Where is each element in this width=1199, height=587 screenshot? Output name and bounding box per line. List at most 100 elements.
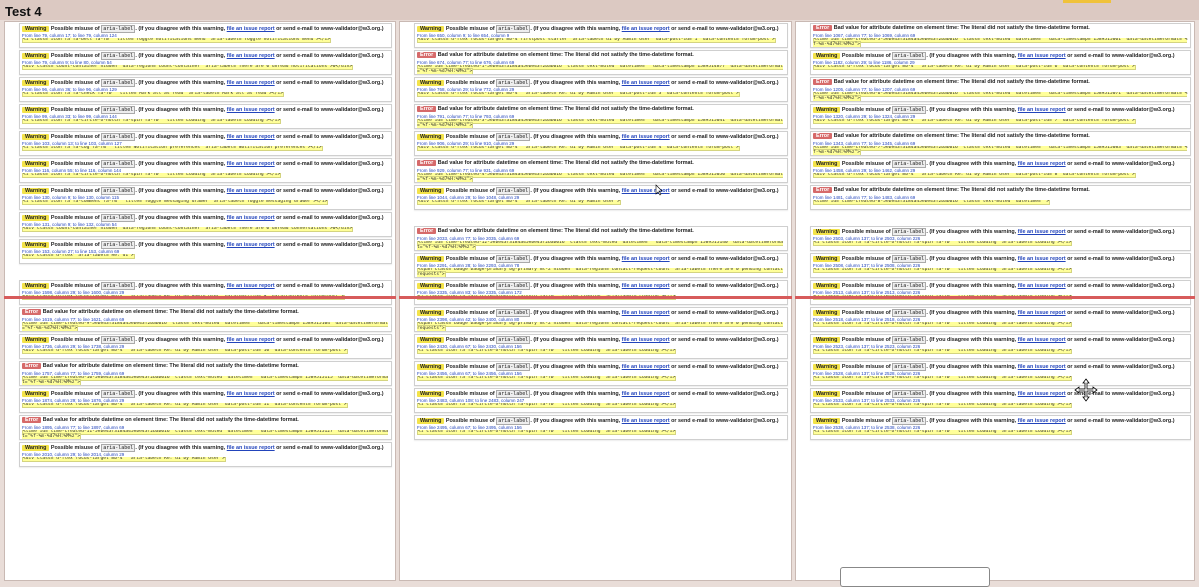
- warning-badge: Warning: [417, 80, 445, 86]
- file-issue-link[interactable]: file an issue report: [622, 310, 670, 316]
- message-tail: . (If you disagree with this warning,: [530, 310, 621, 316]
- attribute-code: aria-label: [496, 187, 531, 195]
- message-item: 35.Warning Possible misuse of aria-label…: [414, 334, 788, 359]
- message-item: 20.Warning Possible misuse of aria-label…: [810, 104, 1191, 129]
- highlighted-code: <div class="d-flex focus-target mb-4 " a…: [417, 200, 621, 205]
- file-issue-link[interactable]: file an issue report: [1018, 391, 1066, 397]
- message-item: 17.Error Bad value for attribute datetim…: [810, 23, 1191, 48]
- input-box[interactable]: [840, 567, 990, 587]
- file-issue-link[interactable]: file an issue report: [1018, 283, 1066, 289]
- warning-badge: Warning: [813, 310, 841, 316]
- message-tail: . (If you disagree with this warning,: [135, 107, 226, 113]
- attribute-code: aria-label: [101, 187, 136, 195]
- results-column-2[interactable]: 10.Warning Possible misuse of aria-label…: [399, 21, 792, 581]
- message-text: Bad value: [437, 160, 464, 166]
- file-issue-link[interactable]: file an issue report: [227, 242, 275, 248]
- message-item: 2.Warning Possible misuse of aria-label.…: [19, 50, 392, 75]
- message-tail-2: or send e-mail to www-validator@w3.org.): [671, 337, 779, 343]
- file-issue-link[interactable]: file an issue report: [622, 80, 670, 86]
- message-tail-2: or send e-mail to www-validator@w3.org.): [276, 161, 384, 167]
- file-issue-link[interactable]: file an issue report: [622, 283, 670, 289]
- highlighted-code: <i class="icon fa fa-circle-o-notch fa-s…: [813, 376, 1073, 381]
- results-column-1[interactable]: 1.Warning Possible misuse of aria-label.…: [4, 21, 396, 581]
- message-tail: for attribute datetime on element time: …: [860, 79, 1090, 85]
- file-issue-link[interactable]: file an issue report: [1018, 256, 1066, 262]
- message-tail: . (If you disagree with this warning,: [926, 229, 1017, 235]
- file-issue-link[interactable]: file an issue report: [1018, 107, 1066, 113]
- pointer-cursor-icon: [655, 184, 663, 196]
- file-issue-link[interactable]: file an issue report: [622, 337, 670, 343]
- message-text: Bad value: [437, 52, 464, 58]
- file-issue-link[interactable]: file an issue report: [1018, 364, 1066, 370]
- highlighted-code: <i class="icon fa fa-circle-o-notch fa-s…: [417, 430, 677, 435]
- message-text: Possible misuse of: [50, 391, 100, 397]
- split-divider[interactable]: [795, 296, 1195, 299]
- file-issue-link[interactable]: file an issue report: [622, 418, 670, 424]
- file-issue-link[interactable]: file an issue report: [622, 256, 670, 262]
- message-tail: . (If you disagree with this warning,: [135, 188, 226, 194]
- message-text: Possible misuse of: [841, 161, 891, 167]
- file-issue-link[interactable]: file an issue report: [227, 161, 275, 167]
- file-issue-link[interactable]: file an issue report: [227, 134, 275, 140]
- attribute-code: aria-label: [101, 52, 136, 60]
- message-tail: . (If you disagree with this warning,: [530, 337, 621, 343]
- file-issue-link[interactable]: file an issue report: [227, 215, 275, 221]
- file-issue-link[interactable]: file an issue report: [1018, 418, 1066, 424]
- message-tail-2: or send e-mail to www-validator@w3.org.): [1067, 310, 1175, 316]
- file-issue-link[interactable]: file an issue report: [1018, 161, 1066, 167]
- file-issue-link[interactable]: file an issue report: [227, 80, 275, 86]
- file-issue-link[interactable]: file an issue report: [227, 107, 275, 113]
- code-extract: <div class="d-flex focus-target mb-4 " a…: [813, 65, 1188, 74]
- file-issue-link[interactable]: file an issue report: [1018, 229, 1066, 235]
- file-issue-link[interactable]: file an issue report: [227, 53, 275, 59]
- error-badge: Error: [417, 106, 437, 112]
- file-issue-link[interactable]: file an issue report: [227, 188, 275, 194]
- attribute-code: aria-label: [892, 52, 927, 60]
- results-column-3[interactable]: 17.Error Bad value for attribute datetim…: [795, 21, 1195, 581]
- message-item: 41.Warning Possible misuse of aria-label…: [810, 280, 1191, 305]
- message-item: 39.Warning Possible misuse of aria-label…: [810, 226, 1191, 251]
- file-issue-link[interactable]: file an issue report: [227, 26, 275, 32]
- message-item: 1.Warning Possible misuse of aria-label.…: [19, 23, 392, 48]
- message-text: Possible misuse of: [50, 53, 100, 59]
- message-text: Possible misuse of: [50, 107, 100, 113]
- code-extract: <time id="time-created-11-5ebe43f3184a45…: [22, 430, 389, 439]
- code-extract: <time id="time-created-5-5ebe43f3184a45e…: [813, 38, 1188, 47]
- code-extract: <i class="icon fa fa-comment fa-fw " tit…: [22, 200, 389, 209]
- message-item: 11.Error Bad value for attribute datetim…: [414, 50, 788, 75]
- file-issue-link[interactable]: file an issue report: [1018, 337, 1066, 343]
- message-tail: . (If you disagree with this warning,: [530, 283, 621, 289]
- file-issue-link[interactable]: file an issue report: [622, 134, 670, 140]
- code-extract: <time id="time-created-9-5ebe43f3184a45e…: [22, 322, 389, 331]
- message-tail: . (If you disagree with this warning,: [135, 215, 226, 221]
- file-issue-link[interactable]: file an issue report: [227, 445, 275, 451]
- split-divider[interactable]: [399, 296, 792, 299]
- code-extract: <div class="d-flex focus-target mb-4 " a…: [22, 349, 389, 358]
- split-divider[interactable]: [4, 296, 396, 299]
- message-tail: . (If you disagree with this warning,: [926, 310, 1017, 316]
- file-issue-link[interactable]: file an issue report: [227, 391, 275, 397]
- file-issue-link[interactable]: file an issue report: [1018, 53, 1066, 59]
- message-tail: for attribute datetime on element time: …: [860, 25, 1090, 31]
- file-issue-link[interactable]: file an issue report: [1018, 310, 1066, 316]
- warning-badge: Warning: [22, 134, 50, 140]
- tab-highlight[interactable]: [1063, 0, 1111, 3]
- message-tail: . (If you disagree with this warning,: [530, 256, 621, 262]
- message-tail-2: or send e-mail to www-validator@w3.org.): [276, 53, 384, 59]
- message-tail-2: or send e-mail to www-validator@w3.org.): [1067, 229, 1175, 235]
- file-issue-link[interactable]: file an issue report: [622, 26, 670, 32]
- message-text: Possible misuse of: [841, 337, 891, 343]
- message-text: Bad value: [437, 106, 464, 112]
- message-item: 22.Warning Possible misuse of aria-label…: [810, 158, 1191, 183]
- file-issue-link[interactable]: file an issue report: [622, 391, 670, 397]
- file-issue-link[interactable]: file an issue report: [227, 283, 275, 289]
- message-tail: . (If you disagree with this warning,: [135, 53, 226, 59]
- message-tail-2: or send e-mail to www-validator@w3.org.): [1067, 364, 1175, 370]
- file-issue-link[interactable]: file an issue report: [622, 364, 670, 370]
- code-extract: <time id="time-created-1-5ebe43f3184a45e…: [417, 65, 785, 74]
- attribute-code: aria-label: [101, 282, 136, 290]
- attribute-code: aria-label: [892, 106, 927, 114]
- highlighted-code: <i class="icon fa fa-bell fa-fw " title=…: [22, 38, 331, 43]
- file-issue-link[interactable]: file an issue report: [227, 337, 275, 343]
- message-tail: . (If you disagree with this warning,: [926, 283, 1017, 289]
